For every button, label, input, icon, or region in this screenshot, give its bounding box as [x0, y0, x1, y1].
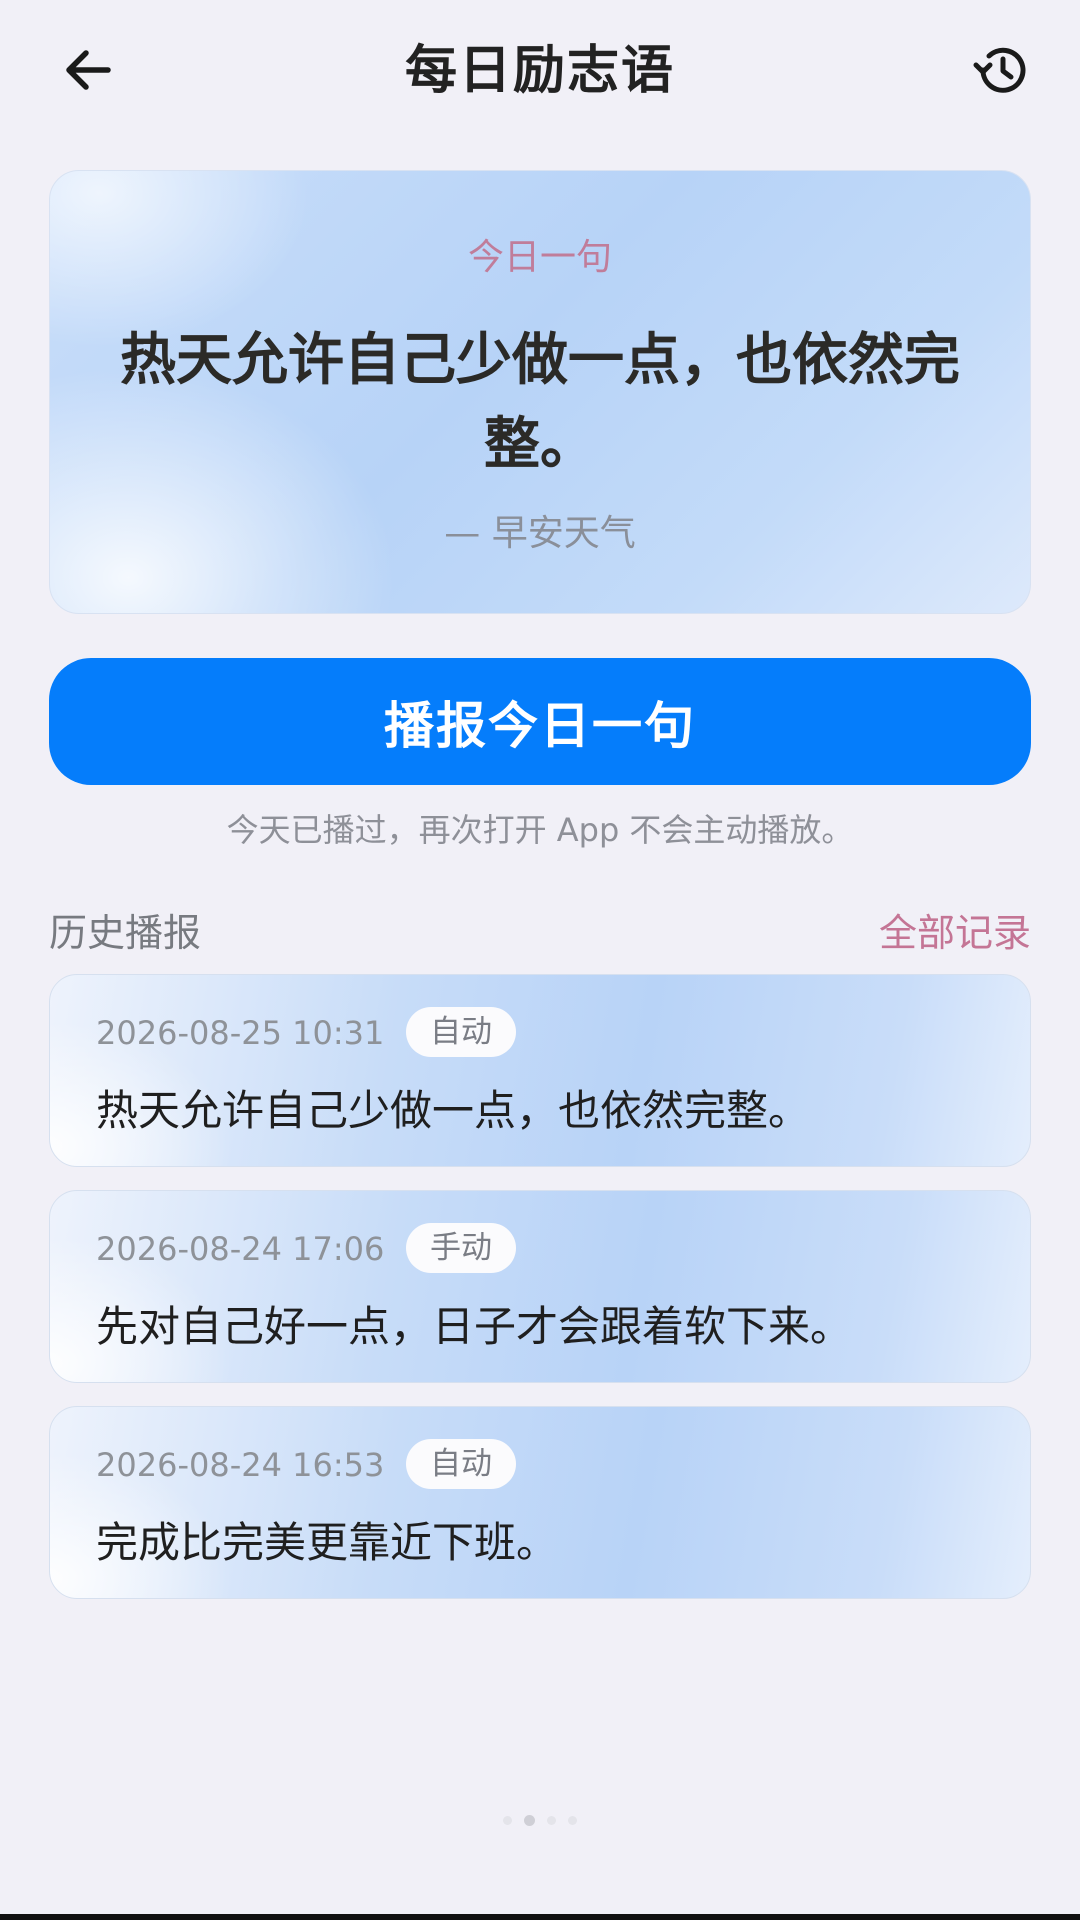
today-quote-card: 今日一句 热天允许自己少做一点，也依然完整。 — 早安天气 — [49, 170, 1031, 614]
history-button[interactable] — [962, 30, 1042, 110]
page-title: 每日励志语 — [404, 41, 675, 101]
history-card[interactable]: 2026-08-24 16:53 自动 完成比完美更靠近下班。 — [49, 1406, 1031, 1599]
today-quote: 热天允许自己少做一点，也依然完整。 — [120, 328, 960, 477]
history-quote: 热天允许自己少做一点，也依然完整。 — [96, 1086, 811, 1135]
play-today-button[interactable]: 播报今日一句 — [49, 658, 1031, 785]
arrow-left-icon — [66, 50, 111, 90]
history-card[interactable]: 2026-08-24 17:06 手动 先对自己好一点，日子才会跟着软下来。 — [49, 1190, 1031, 1383]
history-time: 2026-08-25 10:31 — [96, 1014, 385, 1052]
today-label: 今日一句 — [467, 237, 612, 278]
quote-author: — 早安天气 — [444, 513, 636, 554]
history-card[interactable]: 2026-08-25 10:31 自动 热天允许自己少做一点，也依然完整。 — [49, 974, 1031, 1167]
history-tag: 自动 — [406, 1439, 516, 1489]
history-clock-icon — [973, 47, 1026, 93]
play-status-note: 今天已播过，再次打开 App 不会主动播放。 — [226, 811, 854, 849]
history-time: 2026-08-24 17:06 — [96, 1230, 385, 1268]
page-indicator — [0, 1812, 1080, 1828]
history-quote: 完成比完美更靠近下班。 — [96, 1518, 559, 1567]
top-bar: 每日励志语 — [0, 0, 1080, 140]
back-button[interactable] — [48, 30, 128, 110]
page-dot — [524, 1814, 535, 1826]
history-tag: 手动 — [406, 1223, 516, 1273]
page-dot — [547, 1815, 556, 1825]
history-quote: 先对自己好一点，日子才会跟着软下来。 — [96, 1302, 853, 1351]
bottom-edge — [0, 1914, 1080, 1920]
page-dot — [503, 1815, 512, 1825]
history-time: 2026-08-24 16:53 — [96, 1446, 385, 1484]
history-section-title: 历史播报 — [49, 911, 202, 955]
all-records-link[interactable]: 全部记录 — [879, 908, 1031, 958]
page-dot — [568, 1815, 577, 1825]
history-tag: 自动 — [406, 1007, 516, 1057]
